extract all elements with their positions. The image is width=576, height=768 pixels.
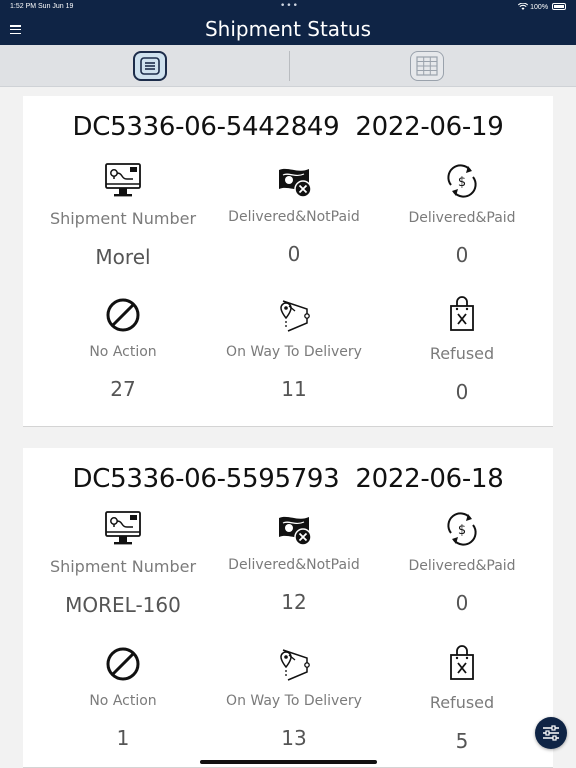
page-title: Shipment Status [204, 17, 371, 41]
tab-divider [289, 51, 290, 81]
cell-label: Refused [429, 693, 495, 712]
refused-cell[interactable]: Refused 5 [374, 644, 550, 753]
cell-label: Shipment Number [49, 557, 197, 576]
sliders-icon [541, 723, 561, 743]
cell-label: Delivered&NotPaid [228, 209, 360, 225]
delivered-not-paid-cell[interactable]: Delivered&NotPaid 0 [206, 160, 382, 266]
monitor-route-icon [103, 508, 143, 548]
list-icon [140, 57, 160, 75]
on-way-cell[interactable]: On Way To Delivery 11 [206, 295, 382, 401]
shipment-heading: DC5336-06-5442849 2022-06-19 [72, 112, 504, 142]
on-way-cell[interactable]: On Way To Delivery 13 [206, 644, 382, 750]
dollar-cycle-icon [442, 161, 482, 201]
bag-x-icon [442, 644, 482, 684]
cell-value: 0 [287, 242, 301, 266]
no-action-cell[interactable]: No Action 27 [35, 295, 211, 401]
cell-value: 0 [455, 243, 469, 267]
grid-view-button[interactable] [410, 51, 444, 81]
no-action-cell[interactable]: No Action 1 [35, 644, 211, 750]
shipment-heading: DC5336-06-5595793 2022-06-18 [72, 464, 504, 494]
multitasking-dots[interactable]: ••• [280, 1, 299, 11]
dollar-cycle-icon [442, 509, 482, 549]
grid-icon [416, 56, 438, 76]
battery-percent: 100% [530, 4, 549, 11]
cash-cancel-icon [274, 508, 314, 548]
header-bar: 1:52 PM Sun Jun 19 ••• 100% Shipment Sta… [0, 0, 576, 45]
status-right: 100% [518, 3, 566, 11]
cell-value: 11 [281, 377, 307, 401]
delivered-not-paid-cell[interactable]: Delivered&NotPaid 12 [206, 508, 382, 614]
list-view-button[interactable] [133, 51, 167, 81]
delivered-paid-cell[interactable]: Delivered&Paid 0 [374, 161, 550, 267]
cell-value: 12 [281, 590, 307, 614]
refused-cell[interactable]: Refused 0 [374, 295, 550, 404]
cell-value: Morel [95, 245, 151, 269]
cell-value: 13 [281, 726, 307, 750]
route-box-icon [274, 295, 314, 335]
cell-label: No Action [89, 344, 157, 360]
bag-x-icon [442, 295, 482, 335]
shipment-card[interactable]: DC5336-06-5442849 2022-06-19 Shipment Nu… [23, 96, 553, 427]
shipment-number-cell[interactable]: Shipment Number Morel [35, 160, 211, 269]
cell-label: On Way To Delivery [226, 344, 362, 360]
cell-value: 1 [116, 726, 130, 750]
cell-label: Delivered&NotPaid [228, 557, 360, 573]
cell-label: Delivered&Paid [408, 558, 516, 574]
view-toggle-bar [0, 45, 576, 87]
cell-value: 0 [455, 380, 469, 404]
cell-value: 0 [455, 591, 469, 615]
wifi-icon [518, 3, 529, 10]
prohibited-icon [103, 295, 143, 335]
cell-label: Refused [429, 344, 495, 363]
delivered-paid-cell[interactable]: Delivered&Paid 0 [374, 509, 550, 615]
route-box-icon [274, 644, 314, 684]
status-time: 1:52 PM Sun Jun 19 [10, 3, 74, 10]
home-indicator[interactable] [200, 760, 377, 764]
filter-settings-button[interactable] [535, 717, 567, 749]
monitor-route-icon [103, 160, 143, 200]
battery-icon [552, 3, 566, 10]
shipment-card[interactable]: DC5336-06-5595793 2022-06-18 Shipment Nu… [23, 448, 553, 768]
cash-cancel-icon [274, 160, 314, 200]
cell-label: Shipment Number [49, 209, 197, 228]
prohibited-icon [103, 644, 143, 684]
cell-label: Delivered&Paid [408, 210, 516, 226]
cell-value: MOREL-160 [65, 593, 181, 617]
shipment-number-cell[interactable]: Shipment Number MOREL-160 [35, 508, 211, 617]
cell-value: 27 [110, 377, 136, 401]
cell-label: No Action [89, 693, 157, 709]
cell-label: On Way To Delivery [226, 693, 362, 709]
cell-value: 5 [455, 729, 469, 753]
